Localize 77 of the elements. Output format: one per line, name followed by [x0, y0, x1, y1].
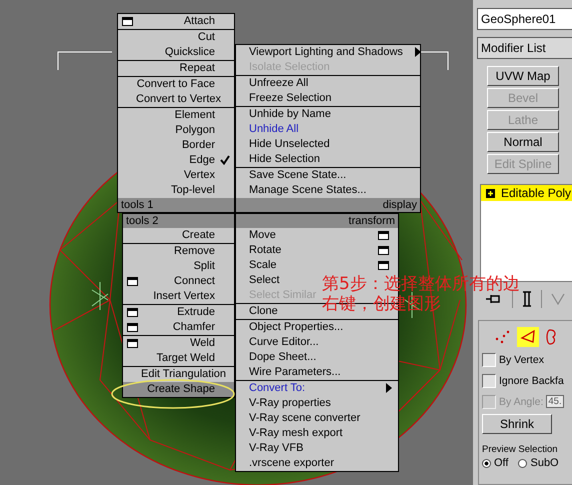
options-window-icon[interactable]	[378, 231, 389, 240]
menu-item[interactable]: Chamfer	[123, 320, 234, 335]
menu-item[interactable]: Connect	[123, 274, 234, 289]
menu-item[interactable]: Edge	[118, 153, 234, 168]
checkbox-label: Ignore Backfa	[499, 374, 564, 386]
menu-item[interactable]: Hide Selection	[236, 152, 322, 167]
stack-item[interactable]: Editable Poly	[481, 185, 572, 201]
menu-item[interactable]: Scale	[236, 258, 398, 273]
menu-item[interactable]: Convert To:	[236, 381, 398, 396]
modifier-button[interactable]: UVW Map	[487, 66, 559, 86]
menu-item[interactable]: Cut	[118, 30, 234, 45]
menu-item[interactable]: Convert to Face	[118, 77, 234, 92]
menu-item[interactable]: Extrude	[123, 305, 234, 320]
menu-item[interactable]: Target Weld	[123, 351, 234, 366]
menu-item[interactable]: .vrscene exporter	[236, 456, 336, 471]
menu-item[interactable]: Rotate	[236, 243, 398, 258]
menu-item[interactable]: Insert Vertex	[123, 289, 234, 304]
menu-item[interactable]: Remove	[123, 244, 234, 259]
selection-bracket	[58, 52, 112, 70]
checkbox-label: By Vertex	[499, 354, 544, 366]
menu-item[interactable]: Save Scene State...	[236, 168, 348, 183]
menu-item[interactable]: Object Properties...	[236, 320, 346, 335]
checkbox[interactable]	[482, 374, 496, 388]
menu-item[interactable]: V-Ray mesh export	[236, 426, 345, 441]
menu-item[interactable]: Move	[236, 228, 398, 243]
checkbox[interactable]	[482, 352, 496, 366]
shrink-button[interactable]: Shrink	[482, 414, 552, 434]
object-name-field[interactable]: GeoSphere01	[477, 8, 572, 30]
quad-title: transform	[236, 214, 398, 228]
menu-item[interactable]: Wire Parameters...	[236, 365, 343, 380]
modifier-list-dropdown[interactable]: Modifier List	[477, 37, 572, 59]
menu-item[interactable]: Select	[236, 273, 282, 288]
menu-item[interactable]: Manage Scene States...	[236, 183, 368, 198]
modifier-button[interactable]: Normal	[487, 132, 559, 152]
stack-item-label: Editable Poly	[501, 186, 572, 200]
options-window-icon[interactable]	[127, 277, 138, 286]
menu-item[interactable]: Unfreeze All	[236, 76, 310, 91]
quad-title: tools 1	[118, 198, 234, 212]
menu-item[interactable]: Quickslice	[118, 45, 234, 60]
menu-item[interactable]: V-Ray properties	[236, 396, 333, 411]
menu-item[interactable]: V-Ray VFB	[236, 441, 306, 456]
options-window-icon[interactable]	[378, 261, 389, 270]
menu-item[interactable]: Polygon	[118, 123, 234, 138]
radio-button[interactable]: SubO	[518, 457, 559, 469]
menu-item[interactable]: Weld	[123, 336, 234, 351]
options-window-icon[interactable]	[122, 17, 133, 26]
quad-title: tools 2	[123, 214, 234, 228]
expand-plus-icon[interactable]	[486, 188, 495, 198]
menu-item[interactable]: Top-level	[118, 183, 234, 198]
menu-item[interactable]: Element	[118, 108, 234, 123]
menu-item[interactable]: Create	[123, 228, 234, 243]
checkbox-label: By Angle:	[499, 396, 544, 408]
options-window-icon[interactable]	[378, 246, 389, 255]
options-window-icon[interactable]	[127, 339, 138, 348]
preview-selection-label: Preview Selection	[482, 444, 559, 455]
menu-item[interactable]: V-Ray scene converter	[236, 411, 362, 426]
menu-item[interactable]: Freeze Selection	[236, 91, 334, 106]
menu-item[interactable]: Border	[118, 138, 234, 153]
radio-button[interactable]: Off	[482, 457, 508, 469]
menu-item[interactable]: Hide Unselected	[236, 137, 332, 152]
menu-item[interactable]: Clone	[236, 304, 280, 319]
pin-icon[interactable]	[485, 292, 503, 306]
menu-item[interactable]: Vertex	[118, 168, 234, 183]
menu-item[interactable]: Create Shape	[123, 382, 234, 397]
options-window-icon[interactable]	[127, 308, 138, 317]
menu-item[interactable]: Attach	[118, 14, 234, 29]
menu-item[interactable]: Unhide by Name	[236, 107, 333, 122]
menu-item[interactable]: Repeat	[118, 61, 234, 76]
i-beam-icon[interactable]	[522, 291, 532, 307]
menu-item[interactable]: Dope Sheet...	[236, 350, 318, 365]
menu-item[interactable]: Viewport Lighting and Shadows	[236, 45, 427, 60]
selection-bracket	[420, 52, 448, 70]
menu-item[interactable]: Curve Editor...	[236, 335, 321, 350]
options-window-icon[interactable]	[127, 323, 138, 332]
menu-item[interactable]: Unhide All	[236, 122, 301, 137]
menu-item[interactable]: Split	[123, 259, 234, 274]
quad-title: display	[236, 198, 420, 212]
